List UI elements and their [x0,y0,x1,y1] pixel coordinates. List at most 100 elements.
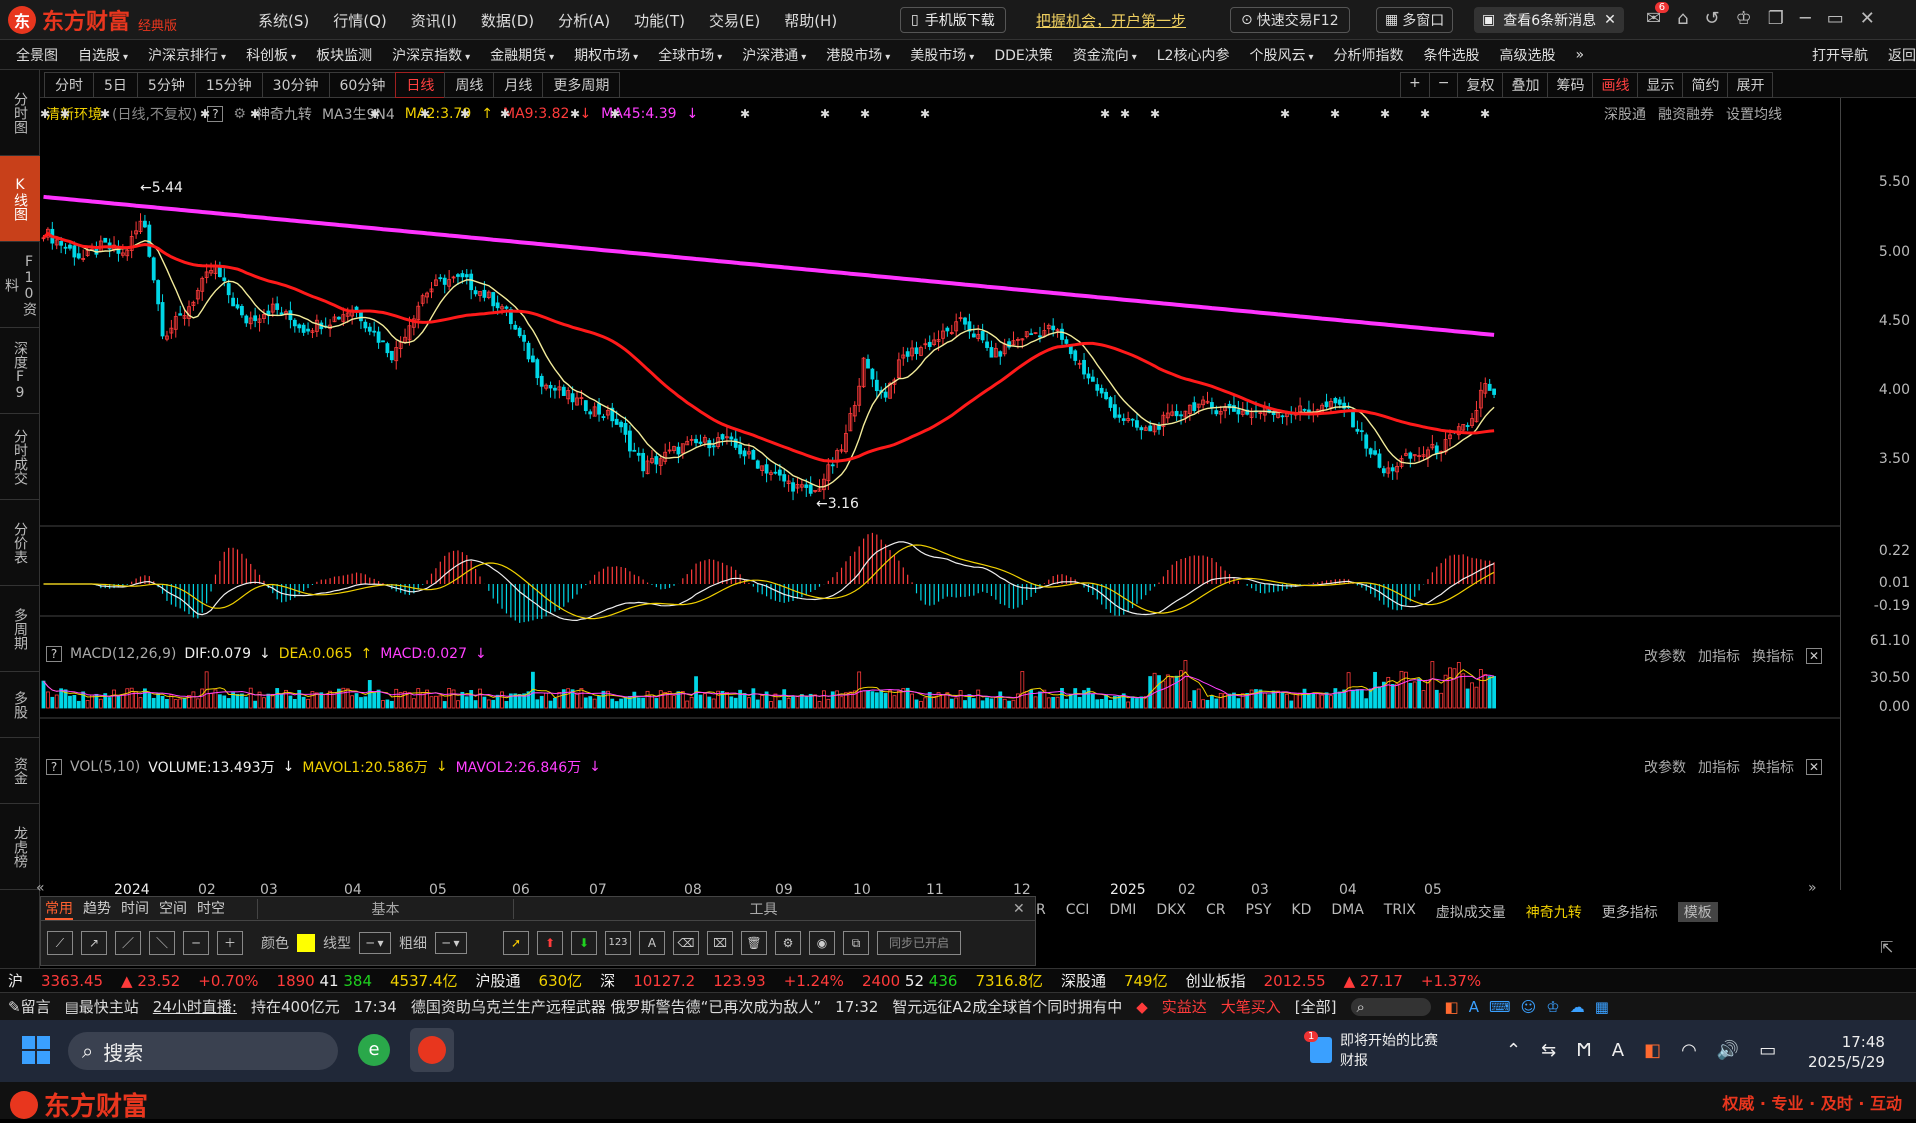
sync-button[interactable]: 同步已开启 [877,931,961,955]
nav-item[interactable]: 全景图 [16,45,58,65]
nav-right-item[interactable]: 打开导航 [1812,45,1868,65]
nav-item[interactable]: 资金流向 ▾ [1073,45,1137,65]
vtab-item[interactable]: 分时图 [0,70,40,156]
period-tab[interactable]: 5日 [93,72,138,98]
nav-item[interactable]: 期权市场 ▾ [574,45,638,65]
diagonal-tool-icon[interactable]: ＼ [149,931,175,955]
shirt-icon[interactable]: ♔ [1736,8,1752,29]
nav-item[interactable]: 个股风云 ▾ [1249,45,1313,65]
period-tab[interactable]: 60分钟 [328,72,397,98]
phone-download-button[interactable]: ▯ 手机版下载 [900,7,1006,33]
vtab-item[interactable]: 分价表 [0,500,40,586]
text-tool-icon[interactable]: A [639,931,665,955]
indicator-tab[interactable]: CCI [1066,902,1090,922]
menu-item[interactable]: 数据(D) [481,10,534,31]
panel-tool[interactable]: 加指标 [1698,646,1740,666]
nav-item[interactable]: 港股市场 ▾ [826,45,890,65]
promo-link[interactable]: 把握机会，开户第一步 [1036,10,1186,31]
windows-start-icon[interactable] [22,1036,50,1064]
nav-item[interactable]: 条件选股 [1424,45,1480,65]
nav-item[interactable]: 沪深港通 ▾ [742,45,806,65]
nav-item[interactable]: 全球市场 ▾ [658,45,722,65]
right-tool-button[interactable]: 复权 [1457,72,1504,98]
nav-item[interactable]: 高级选股 [1500,45,1556,65]
home-icon[interactable]: ⌂ [1677,8,1688,29]
nav-item[interactable]: 板块监测 [316,45,372,65]
news-ticker-1[interactable]: 持在400亿元 [251,996,340,1017]
right-tool-button[interactable]: 筹码 [1547,72,1594,98]
menu-item[interactable]: 交易(E) [709,10,760,31]
hline-tool-icon[interactable]: ─ [183,931,209,955]
draw-tab[interactable]: 时空 [197,898,225,920]
maximize-icon[interactable]: ▭ [1827,8,1844,29]
nav-item[interactable]: 沪深京指数 ▾ [392,45,470,65]
right-tool-button[interactable]: 展开 [1727,72,1774,98]
indicator-tab[interactable]: R [1036,902,1046,922]
news-item-2[interactable]: 智元远征A2成全球首个同时拥有中 [892,996,1122,1017]
panel-tool[interactable]: 换指标 [1752,757,1794,777]
nav-item[interactable]: DDE决策 [994,45,1052,65]
close-icon[interactable]: ✕ [1806,759,1822,775]
app-icon[interactable]: ◧ [1644,1040,1661,1061]
right-tool-button[interactable]: 简约 [1682,72,1729,98]
vtab-item[interactable]: 龙虎榜 [0,804,40,890]
menu-item[interactable]: 资讯(I) [411,10,457,31]
vtab-item[interactable]: K线图 [0,156,40,242]
draw-tab[interactable]: 空间 [159,898,187,920]
cursor-tool-icon[interactable]: ➚ [503,931,529,955]
menu-item[interactable]: 系统(S) [258,10,309,31]
eye-icon[interactable]: ◉ [809,931,835,955]
eraser-icon[interactable]: ⌫ [673,931,699,955]
panel-tool[interactable]: 改参数 [1644,646,1686,666]
more-icon[interactable]: » [1576,47,1585,63]
buy-arrow-icon[interactable]: ⬆ [537,931,563,955]
app-icon[interactable]: ◧ [1445,998,1459,1016]
segment-tool-icon[interactable]: ⟋ [47,931,73,955]
thickness-select[interactable]: ─ ▾ [435,932,467,954]
vtab-item[interactable]: 多股 [0,672,40,738]
vtab-item[interactable]: 多周期 [0,586,40,672]
nav-item[interactable]: 沪深京排行 ▾ [148,45,226,65]
period-tab[interactable]: 30分钟 [261,72,330,98]
indicator-tab[interactable]: CR [1206,902,1226,922]
indicator-tab[interactable]: 更多指标 [1602,902,1658,922]
taskbar-notification[interactable]: 1 即将开始的比赛 财报 [1304,1030,1438,1070]
close-window-icon[interactable]: ✕ [1860,8,1875,29]
vtab-item[interactable]: F10资料 [0,242,40,328]
draw-tab[interactable]: 趋势 [83,898,111,920]
news-message-button[interactable]: ▣ 查看6条新消息 ✕ [1474,7,1624,33]
indicator-tab[interactable]: 模板 [1677,902,1718,922]
menu-item[interactable]: 功能(T) [634,10,685,31]
panel-tool[interactable]: 换指标 [1752,646,1794,666]
restore-icon[interactable]: ❐ [1768,8,1784,29]
search-box[interactable]: ⌕ [1350,997,1431,1016]
nav-item[interactable]: 分析师指数 [1334,45,1404,65]
help-icon[interactable]: ? [46,646,62,662]
right-tool-button[interactable]: 画线 [1592,72,1639,98]
chevron-up-icon[interactable]: ⌃ [1506,1040,1521,1061]
mic-icon[interactable]: Ϻ [1576,1040,1592,1061]
indicator-tab[interactable]: DKX [1156,902,1186,922]
period-tab[interactable]: 5分钟 [136,72,196,98]
fast-station-button[interactable]: ▤最快主站 [65,996,139,1017]
back-icon[interactable]: ↺ [1705,8,1720,29]
ray-tool-icon[interactable]: ↗ [81,931,107,955]
font-icon[interactable]: A [1469,998,1479,1016]
bigbuy-stock[interactable]: 实益达 [1162,996,1207,1017]
trash-icon[interactable]: 🗑 [741,931,767,955]
message-button[interactable]: ✎留言 [8,996,51,1017]
nav-item[interactable]: L2核心内参 [1157,45,1230,65]
linetype-select[interactable]: ─ ▾ [359,932,391,954]
indicator-tab[interactable]: KD [1291,902,1311,922]
shirt-icon[interactable]: ♔ [1546,998,1559,1016]
right-tool-button[interactable]: 显示 [1637,72,1684,98]
right-tool-button[interactable]: 叠加 [1502,72,1549,98]
screenshot-icon[interactable]: ⧉ [843,931,869,955]
close-icon[interactable]: ✕ [1604,12,1616,28]
fast-trade-button[interactable]: ⊙ 快速交易F12 [1230,7,1350,33]
nav-item[interactable]: 科创板 ▾ [246,45,296,65]
expand-panel-icon[interactable]: ⇱ [1880,938,1893,957]
volume-icon[interactable]: 🔊 [1717,1040,1739,1061]
vtab-item[interactable]: 资金 [0,738,40,804]
keyboard-icon[interactable]: ⌨ [1489,998,1511,1016]
